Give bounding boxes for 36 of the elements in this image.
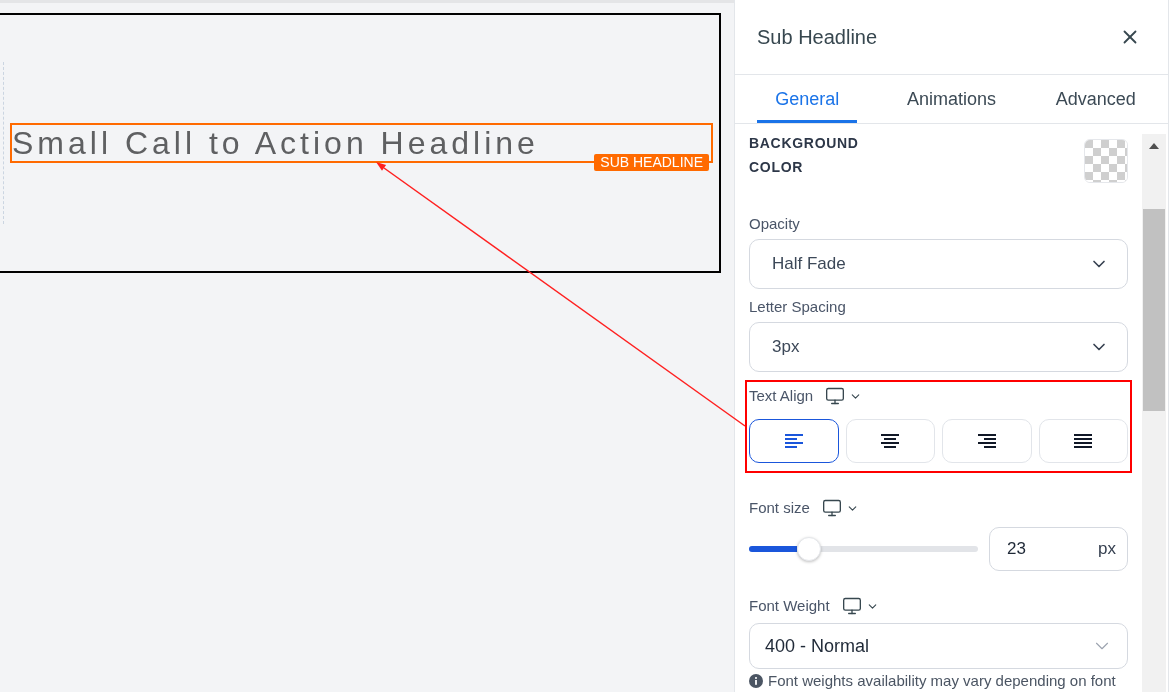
monitor-icon xyxy=(825,386,846,406)
number-field[interactable]: 23 px xyxy=(989,527,1128,571)
scrollbar-thumb[interactable] xyxy=(1143,209,1165,411)
align-button[interactable] xyxy=(749,419,839,463)
headline-text: Small Call to Action Headline xyxy=(12,125,539,161)
monitor-icon xyxy=(841,596,862,616)
slider-thumb[interactable] xyxy=(796,537,821,561)
device-selector[interactable] xyxy=(841,596,879,616)
field-label: Font Weight xyxy=(749,596,830,616)
element-type-label: SUB HEADLINE xyxy=(594,154,709,171)
field-label: Opacity xyxy=(749,214,800,234)
field-label: Font size xyxy=(749,498,810,518)
align-left-icon xyxy=(784,434,803,448)
tab[interactable]: General xyxy=(757,75,858,123)
tab[interactable]: Advanced xyxy=(1037,75,1154,123)
device-selector[interactable] xyxy=(821,498,859,518)
dropdown-select[interactable]: 3px xyxy=(749,322,1128,372)
align-center-icon xyxy=(881,434,900,448)
field-label: Text Align xyxy=(749,386,814,406)
field-value: 23 xyxy=(1007,538,1026,561)
info-icon xyxy=(749,673,763,688)
dropdown-select[interactable]: Half Fade xyxy=(749,239,1128,289)
panel-title: Sub Headline xyxy=(757,25,878,50)
align-justify-icon xyxy=(1074,434,1093,448)
scrollbar[interactable] xyxy=(1142,134,1166,692)
help-text: Font weights availability may vary depending on font xyxy=(768,672,1116,689)
section-label: BACKGROUND COLOR xyxy=(749,134,860,177)
align-right-icon xyxy=(977,434,996,448)
color-swatch[interactable] xyxy=(1084,139,1128,183)
monitor-icon xyxy=(821,498,842,518)
field-label: Letter Spacing xyxy=(749,297,846,317)
scroll-up-arrow-icon[interactable] xyxy=(1149,143,1159,149)
unit-label: px xyxy=(1098,538,1116,561)
tab[interactable]: Animations xyxy=(888,75,1014,123)
checkerboard-icon xyxy=(1085,140,1127,182)
dropdown-select[interactable]: 400 - Normal xyxy=(749,623,1128,669)
